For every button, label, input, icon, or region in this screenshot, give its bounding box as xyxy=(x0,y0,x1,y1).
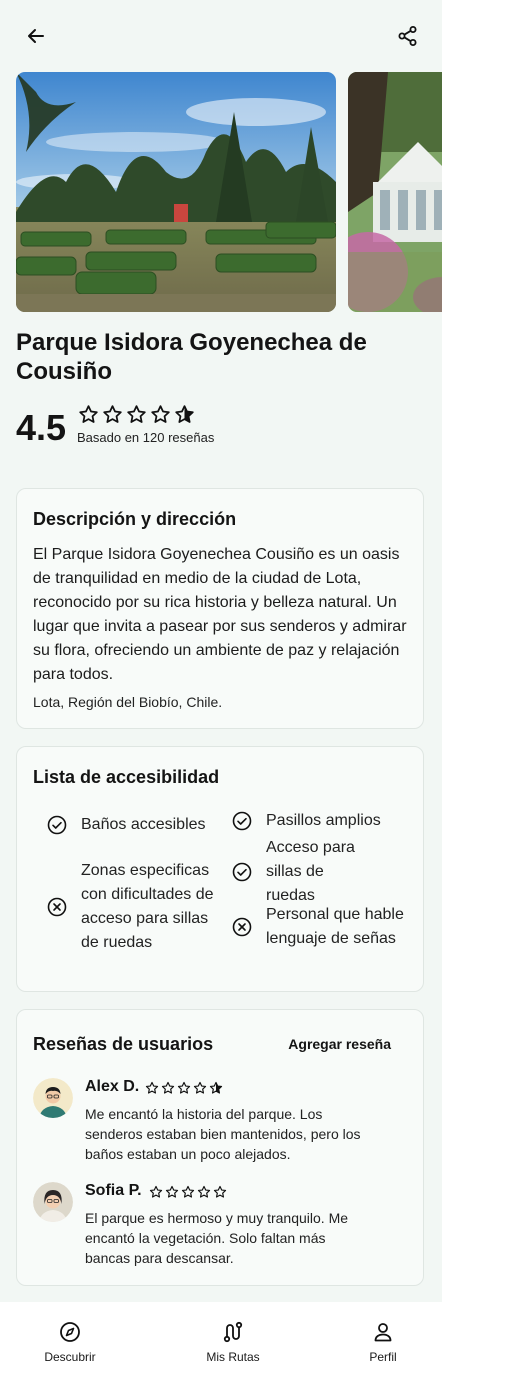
nav-item-discover[interactable]: Descubrir xyxy=(20,1320,120,1364)
accessibility-heading: Lista de accesibilidad xyxy=(33,767,220,787)
description-heading: Descripción y dirección xyxy=(33,509,237,529)
nav-item-label: Mis Rutas xyxy=(206,1350,260,1364)
check-circle-icon xyxy=(47,815,67,835)
avatar xyxy=(33,1078,73,1118)
accessibility-card: Lista de accesibilidad Baños accesibles … xyxy=(16,746,424,992)
user-icon xyxy=(374,1323,392,1342)
star-icon xyxy=(165,1185,179,1198)
bottom-navigation: Descubrir Mis Rutas Perfil xyxy=(0,1302,442,1377)
garden-hedge-maze-photo[interactable] xyxy=(16,72,336,312)
nav-item-my-routes[interactable]: Mis Rutas xyxy=(183,1320,283,1364)
star-icon xyxy=(161,1081,175,1094)
gazebo-flowers-photo[interactable] xyxy=(348,72,442,312)
half-star-icon xyxy=(209,1081,223,1094)
accessibility-item: Pasillos amplios xyxy=(232,809,412,833)
nav-item-label: Perfil xyxy=(369,1350,397,1364)
accessibility-item-label: Baños accesibles xyxy=(81,816,206,833)
accessibility-item: Zonas especificas con dificultades de ac… xyxy=(47,859,222,955)
reviewer-name: Sofia P. xyxy=(85,1182,142,1199)
rating-caption: Basado en 120 reseñas xyxy=(77,430,215,445)
star-icon xyxy=(149,1185,163,1198)
star-icon xyxy=(103,405,122,423)
reviews-card: Reseñas de usuarios Agregar reseña Alex … xyxy=(16,1009,424,1286)
share-button[interactable] xyxy=(390,18,426,54)
star-icon xyxy=(197,1185,211,1198)
review-stars xyxy=(149,1185,227,1199)
half-star-icon xyxy=(175,405,194,423)
nav-item-label: Descubrir xyxy=(44,1350,96,1364)
x-circle-icon xyxy=(47,897,67,917)
description-card: Descripción y dirección El Parque Isidor… xyxy=(16,488,424,729)
star-icon xyxy=(145,1081,159,1094)
accessibility-item: Acceso para sillas de ruedas xyxy=(232,836,377,908)
share-icon xyxy=(398,26,417,46)
check-circle-icon xyxy=(232,811,252,831)
accessibility-item-label: Personal que hable lenguaje de señas xyxy=(266,906,404,947)
review-item: Sofia P. El parque es hermoso y muy tran… xyxy=(33,1182,393,1272)
accessibility-item-label: Pasillos amplios xyxy=(266,812,381,829)
star-icon xyxy=(127,405,146,423)
star-icon xyxy=(213,1185,227,1198)
back-button[interactable] xyxy=(18,18,54,54)
accessibility-item: Baños accesibles xyxy=(47,813,227,837)
address-text: Lota, Región del Biobío, Chile. xyxy=(33,694,223,710)
x-circle-icon xyxy=(232,917,252,937)
check-circle-icon xyxy=(232,862,252,882)
review-text: Me encantó la historia del parque. Los s… xyxy=(85,1106,361,1162)
review-item: Alex D. Me encantó la historia del parqu… xyxy=(33,1078,393,1168)
photo-gallery[interactable] xyxy=(16,72,442,312)
reviews-heading: Reseñas de usuarios xyxy=(33,1034,214,1054)
compass-icon xyxy=(60,1322,80,1342)
star-icon xyxy=(193,1081,207,1094)
rating-value: 4.5 xyxy=(16,407,67,448)
accessibility-item-label: Zonas especificas con dificultades de ac… xyxy=(81,862,214,951)
reviewer-name: Alex D. xyxy=(85,1078,140,1095)
star-icon xyxy=(151,405,170,423)
star-icon xyxy=(79,405,98,423)
route-icon xyxy=(223,1321,243,1343)
avatar xyxy=(33,1182,73,1222)
place-title: Parque Isidora Goyenechea de Cousiño xyxy=(16,329,367,385)
star-icon xyxy=(181,1185,195,1198)
arrow-left-icon xyxy=(28,29,44,43)
add-review-button[interactable]: Agregar reseña xyxy=(288,1036,391,1052)
star-icon xyxy=(177,1081,191,1094)
review-text: El parque es hermoso y muy tranquilo. Me… xyxy=(85,1210,349,1266)
review-stars xyxy=(145,1081,223,1095)
accessibility-item-label: Acceso para sillas de ruedas xyxy=(266,839,355,904)
place-detail-screen: Parque Isidora Goyenechea de Cousiño 4.5… xyxy=(0,0,442,1377)
accessibility-item: Personal que hable lenguaje de señas xyxy=(232,903,417,951)
nav-item-profile[interactable]: Perfil xyxy=(333,1320,433,1364)
top-bar xyxy=(16,18,426,54)
rating-stars xyxy=(78,404,195,425)
description-text: El Parque Isidora Goyenechea Cousiño es … xyxy=(33,546,407,683)
